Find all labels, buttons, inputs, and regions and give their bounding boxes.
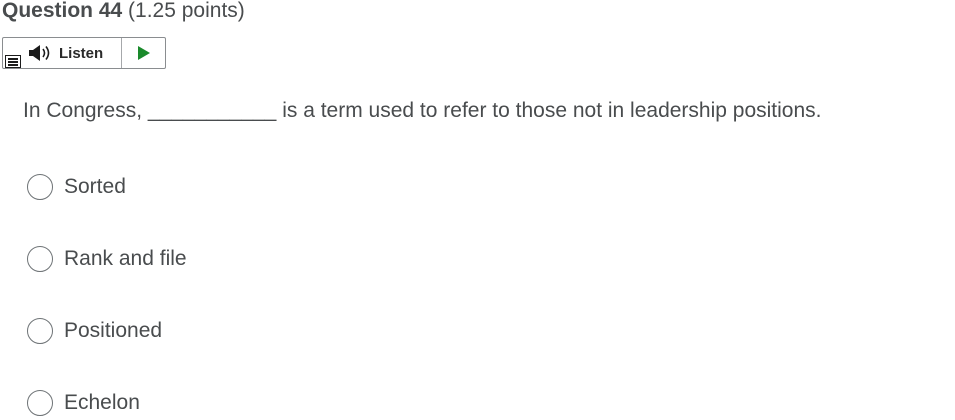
radio-button[interactable] [27, 390, 53, 416]
listen-button[interactable]: Listen [27, 38, 120, 68]
question-header: Question 44 (1.25 points) [2, 0, 245, 23]
listen-label: Listen [59, 44, 104, 62]
option-label: Rank and file [64, 247, 187, 270]
play-icon [138, 46, 150, 60]
radio-button[interactable] [27, 318, 53, 344]
option-rank-and-file[interactable]: Rank and file [27, 244, 187, 274]
question-title: Question 44 [2, 0, 123, 22]
speaker-icon [29, 45, 50, 61]
option-positioned[interactable]: Positioned [27, 316, 162, 346]
option-sorted[interactable]: Sorted [27, 172, 126, 202]
listen-toolbar: Listen [2, 37, 166, 69]
radio-button[interactable] [27, 246, 53, 272]
play-button[interactable] [122, 38, 166, 68]
option-label: Echelon [64, 391, 140, 414]
radio-button[interactable] [27, 174, 53, 200]
option-label: Positioned [64, 319, 163, 342]
option-echelon[interactable]: Echelon [27, 388, 140, 418]
question-points: (1.25 points) [128, 0, 245, 22]
menu-icon[interactable] [5, 55, 21, 68]
question-text: In Congress, ___________ is a term used … [23, 99, 822, 122]
option-label: Sorted [64, 175, 126, 198]
